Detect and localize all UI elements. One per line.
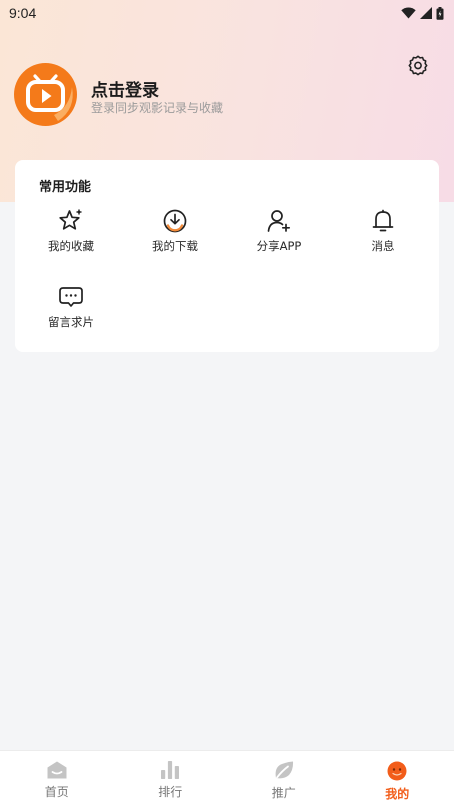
- tab-mine[interactable]: 我的: [341, 751, 454, 807]
- messages-label: 消息: [371, 239, 395, 253]
- tab-ranking-label: 排行: [158, 785, 183, 799]
- settings-button[interactable]: [404, 51, 432, 79]
- tab-ranking[interactable]: 排行: [114, 751, 228, 807]
- login-title[interactable]: 点击登录: [91, 76, 159, 101]
- tv-play-logo-icon: [14, 63, 77, 126]
- tab-home-label: 首页: [44, 785, 69, 799]
- status-icons: [401, 6, 444, 20]
- my-downloads-button[interactable]: 我的下载: [123, 208, 227, 262]
- home-icon: [47, 761, 67, 779]
- avatar[interactable]: [14, 63, 77, 126]
- tab-home[interactable]: 首页: [0, 751, 114, 807]
- download-icon: [163, 209, 187, 233]
- status-time: 9:04: [9, 5, 37, 21]
- chat-bubble-icon: [59, 287, 83, 307]
- user-add-icon: [267, 210, 291, 232]
- share-app-label: 分享APP: [256, 239, 302, 253]
- my-downloads-label: 我的下载: [152, 239, 198, 253]
- my-favorites-label: 我的收藏: [48, 239, 94, 253]
- share-app-button[interactable]: 分享APP: [227, 208, 331, 262]
- bottom-tab-bar: 首页 排行 推广 我的: [0, 750, 454, 807]
- battery-icon: [436, 6, 444, 20]
- tab-promotion[interactable]: 推广: [227, 751, 341, 807]
- status-bar: 9:04: [0, 0, 454, 26]
- request-movie-button[interactable]: 留言求片: [19, 284, 123, 338]
- my-favorites-button[interactable]: 我的收藏: [19, 208, 123, 262]
- tab-mine-label: 我的: [385, 787, 410, 801]
- bell-icon: [372, 209, 394, 232]
- signal-icon: [420, 7, 432, 19]
- login-subtitle: 登录同步观影记录与收藏: [91, 101, 224, 115]
- star-sparkle-icon: [59, 209, 82, 230]
- bar-chart-icon: [161, 761, 180, 779]
- wifi-icon: [401, 7, 416, 19]
- tab-promotion-label: 推广: [271, 786, 296, 800]
- profile-face-icon: [387, 761, 407, 781]
- request-movie-label: 留言求片: [48, 315, 94, 329]
- common-functions-card: 常用功能 我的收藏 我的下载 分享APP 消息 留言求片: [15, 160, 439, 352]
- messages-button[interactable]: 消息: [331, 208, 435, 262]
- card-title: 常用功能: [39, 180, 92, 195]
- leaf-icon: [275, 761, 293, 779]
- gear-icon: [408, 55, 428, 76]
